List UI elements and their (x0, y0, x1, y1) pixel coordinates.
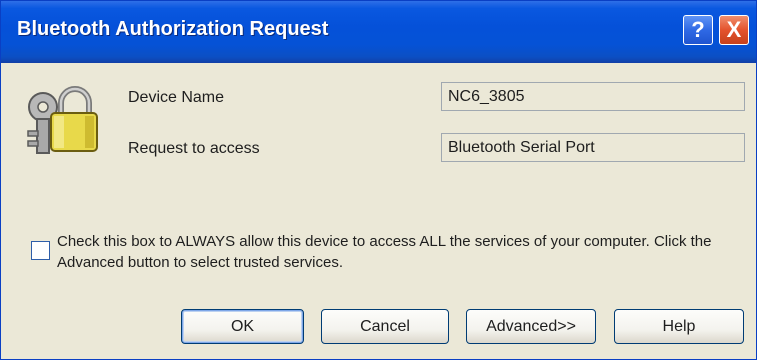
help-button[interactable]: Help (614, 309, 744, 344)
lock-key-icon (27, 86, 98, 154)
window-title: Bluetooth Authorization Request (17, 18, 329, 40)
request-access-field[interactable]: Bluetooth Serial Port (441, 133, 745, 162)
authorization-dialog: Bluetooth Authorization Request ? X Devi… (0, 0, 757, 360)
always-allow-label[interactable]: Check this box to ALWAYS allow this devi… (57, 231, 757, 273)
request-access-label: Request to access (128, 140, 260, 157)
question-mark-icon: ? (691, 17, 705, 42)
padlock-icon (50, 86, 98, 152)
cancel-button[interactable]: Cancel (321, 309, 449, 344)
title-bar[interactable]: Bluetooth Authorization Request ? X (1, 1, 756, 63)
device-name-field[interactable]: NC6_3805 (441, 82, 745, 111)
close-button[interactable]: X (719, 15, 749, 45)
device-name-label: Device Name (128, 89, 225, 106)
always-allow-checkbox[interactable] (31, 241, 50, 260)
advanced-button[interactable]: Advanced>> (466, 309, 596, 344)
close-icon: X (726, 17, 742, 42)
help-title-button[interactable]: ? (683, 15, 713, 45)
ok-button[interactable]: OK (181, 309, 304, 344)
